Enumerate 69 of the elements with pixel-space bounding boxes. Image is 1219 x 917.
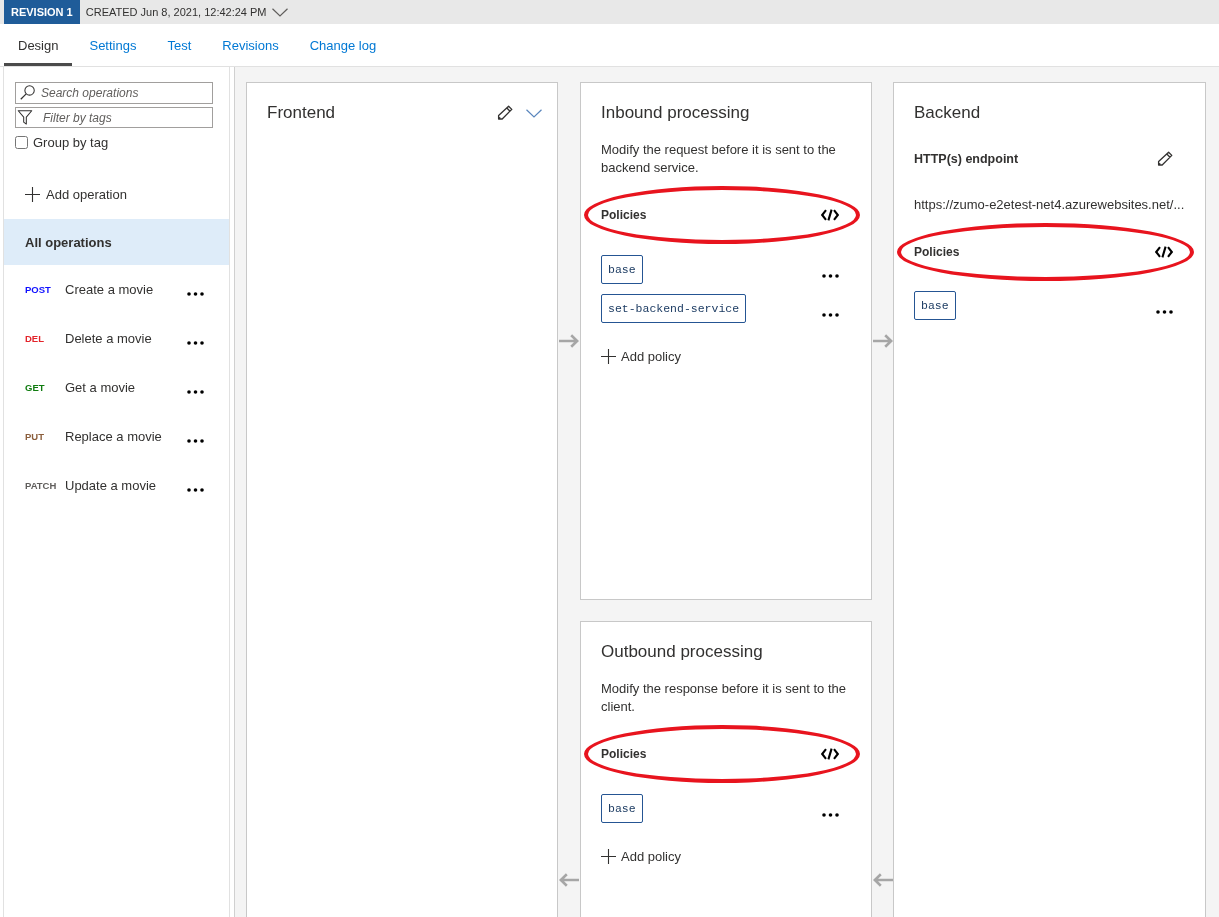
more-icon[interactable] (822, 313, 839, 317)
chevron-down-icon[interactable] (271, 7, 288, 17)
filter-field[interactable]: Filter by tags (15, 107, 213, 128)
more-icon[interactable] (1156, 310, 1173, 314)
code-icon[interactable] (821, 209, 839, 221)
operation-name: Create a movie (65, 282, 155, 297)
operation-name: Get a movie (65, 380, 137, 395)
chevron-down-icon[interactable] (526, 108, 542, 118)
group-by-tag-checkbox[interactable] (15, 136, 28, 149)
pencil-icon[interactable] (1157, 151, 1173, 167)
section-label: Policies (601, 747, 647, 761)
operation-item[interactable]: PUT Replace a movie (4, 412, 229, 461)
panel-title: Outbound processing (601, 641, 764, 663)
more-icon[interactable] (187, 389, 204, 394)
arrow-left-icon (872, 873, 893, 887)
more-icon[interactable] (187, 487, 204, 492)
operation-name: Delete a movie (65, 331, 153, 346)
plus-icon (601, 848, 616, 864)
panel-description: Modify the request before it is sent to the backend service. (601, 141, 837, 177)
arrow-right-icon (872, 334, 893, 348)
arrow-right-icon (559, 334, 579, 348)
arrow-left-icon (559, 873, 579, 887)
section-label: Policies (601, 208, 647, 222)
panel-title: Inbound processing (601, 102, 751, 124)
tab[interactable]: Revisions (208, 24, 293, 66)
search-icon (20, 85, 35, 100)
revision-badge: REVISION 1 (4, 0, 80, 24)
panel-title: Backend (914, 102, 982, 124)
tab[interactable]: Settings (75, 24, 151, 66)
http-method-label: PUT (25, 431, 45, 442)
panel-description: Modify the response before it is sent to the client. (601, 680, 847, 716)
more-icon[interactable] (187, 438, 204, 443)
tab[interactable]: Change log (295, 24, 391, 66)
http-method-label: POST (25, 284, 52, 295)
code-icon[interactable] (1155, 246, 1173, 258)
operation-item[interactable]: GET Get a movie (4, 363, 229, 412)
http-method-label: DEL (25, 333, 45, 344)
http-method-label: PATCH (25, 480, 58, 491)
endpoint-label: HTTP(s) endpoint (914, 152, 1019, 166)
operation-item[interactable]: POST Create a movie (4, 265, 229, 314)
funnel-icon (17, 110, 33, 125)
plus-icon (601, 348, 616, 364)
created-timestamp: CREATED Jun 8, 2021, 12:42:24 PM (85, 6, 267, 18)
policy-tag[interactable]: base (601, 255, 643, 284)
more-icon[interactable] (822, 274, 839, 278)
code-icon[interactable] (821, 748, 839, 760)
section-label: Policies (914, 245, 960, 259)
operation-name: Replace a movie (65, 429, 163, 444)
search-field[interactable]: Search operations (15, 82, 213, 104)
endpoint-url: https://zumo-e2etest-net4.azurewebsites.net/... (914, 196, 1185, 214)
policy-tag[interactable]: base (601, 794, 643, 823)
all-operations-item[interactable]: All operations (4, 219, 229, 265)
add-operation-button[interactable]: Add operation (25, 184, 127, 204)
add-policy-button[interactable]: Add policy (601, 348, 681, 364)
http-method-label: GET (25, 382, 46, 393)
add-policy-button[interactable]: Add policy (601, 848, 681, 864)
checkbox-label: Group by tag (33, 135, 109, 150)
tab[interactable]: Test (153, 24, 206, 66)
operation-name: Update a movie (65, 478, 158, 493)
panel-title: Frontend (267, 102, 337, 124)
pencil-icon[interactable] (497, 105, 513, 121)
policy-tag[interactable]: base (914, 291, 956, 320)
more-icon[interactable] (822, 813, 839, 817)
plus-icon (25, 186, 40, 202)
more-icon[interactable] (187, 340, 204, 345)
more-icon[interactable] (187, 291, 204, 296)
operation-item[interactable]: PATCH Update a movie (4, 461, 229, 510)
policy-tag[interactable]: set-backend-service (601, 294, 747, 323)
operation-item[interactable]: DEL Delete a movie (4, 314, 229, 363)
